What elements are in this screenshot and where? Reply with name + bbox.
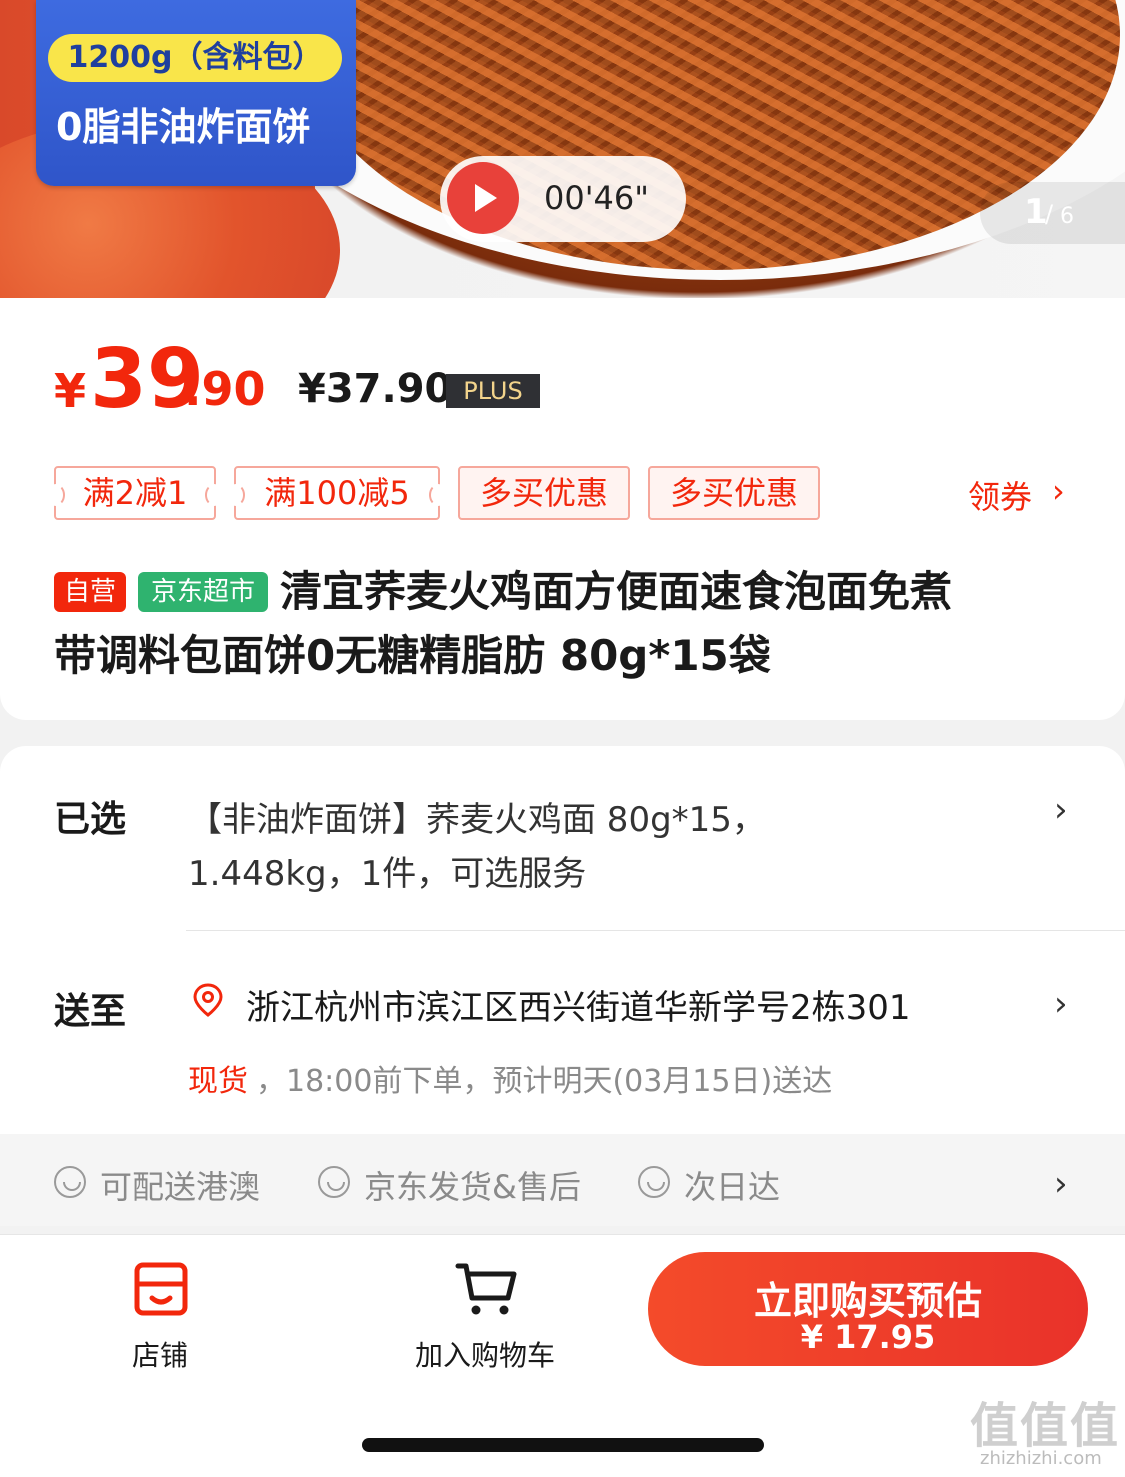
- deliver-to-label: 送至: [54, 991, 127, 1032]
- chevron-right-icon[interactable]: ›: [1054, 790, 1068, 830]
- price-symbol: ¥: [54, 364, 87, 418]
- jd-supermarket-tag: 京东超市: [138, 572, 268, 612]
- store-icon[interactable]: [134, 1262, 188, 1316]
- product-title-line1: 清宜荞麦火鸡面方便面速食泡面免煮: [280, 567, 953, 616]
- get-coupon-link[interactable]: 领券: [968, 472, 1032, 518]
- stock-status: 现货: [188, 1064, 248, 1099]
- home-indicator[interactable]: [362, 1438, 764, 1452]
- delivery-address[interactable]: 浙江杭州市滨江区西兴街道华新学号2栋301: [246, 980, 911, 1029]
- location-pin-icon: [193, 983, 223, 1017]
- shopping-cart-icon[interactable]: [454, 1260, 518, 1318]
- service-item: 可配送港澳: [100, 1168, 261, 1206]
- delivery-eta: ，18:00前下单，预计明天(03月15日)送达: [256, 1064, 833, 1099]
- smile-check-icon: [318, 1166, 350, 1198]
- add-to-cart-label[interactable]: 加入购物车: [400, 1334, 570, 1374]
- video-duration: 00'46": [544, 179, 649, 217]
- price-decimal: .90: [184, 362, 266, 416]
- pager-separator: /: [1045, 200, 1054, 228]
- selected-spec-line1[interactable]: 【非油炸面饼】荞麦火鸡面 80g*15，: [188, 792, 766, 841]
- home-area: [0, 1374, 1125, 1477]
- service-item: 次日达: [684, 1168, 781, 1206]
- promo-tag[interactable]: 多买优惠: [458, 466, 630, 520]
- feature-badge-card: [36, 0, 356, 186]
- self-operated-tag: 自营: [54, 572, 126, 612]
- plus-member-price: ¥37.90: [298, 366, 453, 412]
- chevron-right-icon[interactable]: ›: [1054, 1164, 1068, 1204]
- smile-check-icon: [54, 1166, 86, 1198]
- divider: [186, 930, 1125, 931]
- chevron-right-icon[interactable]: ›: [1052, 472, 1065, 510]
- selected-spec-line2[interactable]: 1.448kg，1件，可选服务: [188, 846, 586, 895]
- plus-tag: PLUS: [446, 374, 540, 408]
- play-icon[interactable]: [447, 162, 519, 234]
- pager-total: 6: [1060, 204, 1074, 229]
- buy-now-title[interactable]: 立即购买预估: [648, 1270, 1088, 1325]
- promo-tag[interactable]: 满100减5: [227, 466, 447, 520]
- selected-label: 已选: [54, 799, 127, 840]
- estimated-price[interactable]: ¥ 17.95: [648, 1318, 1088, 1356]
- feature-text: 0脂非油炸面饼: [56, 105, 311, 149]
- chevron-right-icon[interactable]: ›: [1054, 984, 1068, 1024]
- product-title-line2: 带调料包面饼0无糖精脂肪 80g*15袋: [54, 631, 771, 680]
- watermark: 值值值: [970, 1398, 1121, 1454]
- promo-tag[interactable]: 满2减1: [47, 466, 223, 520]
- weight-badge: 1200g（含料包）: [48, 34, 342, 82]
- store-label[interactable]: 店铺: [100, 1334, 220, 1374]
- smile-check-icon: [638, 1166, 670, 1198]
- service-item: 京东发货&售后: [364, 1168, 581, 1206]
- watermark-url: zhizhizhi.com: [980, 1448, 1102, 1469]
- promo-tag[interactable]: 多买优惠: [648, 466, 820, 520]
